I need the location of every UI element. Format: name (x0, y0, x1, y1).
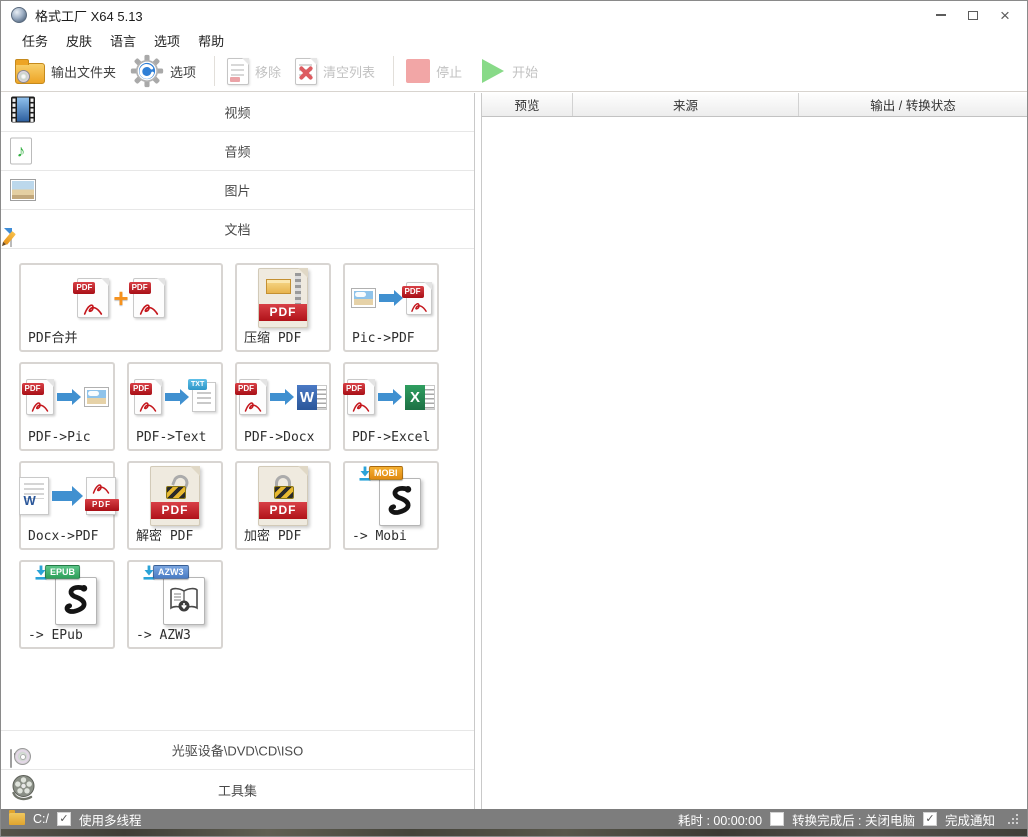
menu-item-help[interactable]: 帮助 (189, 31, 233, 50)
menu-bar: 任务 皮肤 语言 选项 帮助 (1, 29, 1027, 51)
tool-to-epub[interactable]: EPUB -> EPub (19, 560, 115, 649)
toolbar: 输出文件夹 选项 移除 清空列表 (1, 51, 1027, 92)
clear-list-icon (295, 58, 317, 85)
encrypt-pdf-icon: PDF (239, 466, 327, 526)
title-bar: 格式工厂 X64 5.13 × (1, 1, 1027, 29)
toolbar-separator (214, 56, 215, 86)
sidebar-item-document[interactable]: 文档 (1, 210, 474, 249)
tool-pdf-merge[interactable]: PDF + PDF PDF合并 (19, 263, 223, 352)
sidebar-item-toolset[interactable]: 工具集 (1, 770, 474, 809)
shutdown-after-label: 转换完成后 : 关闭电脑 (792, 810, 915, 829)
pdf-to-docx-icon: PDF W (239, 367, 327, 427)
pdf-tools-grid: PDF + PDF PDF合并 PDF 压缩 (1, 263, 474, 659)
window-title: 格式工厂 X64 5.13 (35, 6, 143, 25)
pic-to-pdf-icon: PDF (347, 268, 435, 328)
app-icon (11, 7, 27, 23)
category-panel: 视频 ♪ 音频 图片 文档 P (1, 93, 475, 809)
tool-pdf-to-docx[interactable]: PDF W PDF->Docx (235, 362, 331, 451)
clear-list-button[interactable]: 清空列表 (295, 58, 375, 85)
tool-pdf-to-text[interactable]: PDF TXT PDF->Text (127, 362, 223, 451)
to-mobi-icon: MOBI (347, 466, 435, 526)
column-header-source[interactable]: 来源 (573, 93, 799, 116)
task-list-body[interactable] (482, 118, 1027, 809)
bottom-categories: 光驱设备\DVD\CD\ISO (1, 730, 474, 809)
main-area: 视频 ♪ 音频 图片 文档 P (1, 93, 1027, 809)
tool-compress-pdf[interactable]: PDF 压缩 PDF (235, 263, 331, 352)
tool-to-mobi[interactable]: MOBI -> Mobi (343, 461, 439, 550)
pdf-to-excel-icon: PDF X (347, 367, 435, 427)
open-book-icon (168, 584, 200, 618)
tool-encrypt-pdf[interactable]: PDF 加密 PDF (235, 461, 331, 550)
check-icon: ✓ (59, 814, 68, 825)
task-list-header: 预览 来源 输出 / 转换状态 (482, 93, 1027, 117)
gear-icon (130, 54, 164, 88)
pdf-to-pic-icon: PDF (23, 367, 111, 427)
menu-item-skin[interactable]: 皮肤 (57, 31, 101, 50)
tool-pdf-to-pic[interactable]: PDF PDF->Pic (19, 362, 115, 451)
app-window: 格式工厂 X64 5.13 × 任务 皮肤 语言 选项 帮助 输出文件夹 (0, 0, 1028, 837)
elapsed-time: 耗时 : 00:00:00 (678, 810, 762, 829)
menu-item-options[interactable]: 选项 (145, 31, 189, 50)
check-icon: ✓ (925, 814, 934, 825)
menu-item-language[interactable]: 语言 (101, 31, 145, 50)
status-bar: C:/ ✓ 使用多线程 耗时 : 00:00:00 转换完成后 : 关闭电脑 ✓… (1, 809, 1027, 829)
stop-icon (406, 59, 430, 83)
pdf-to-text-icon: PDF TXT (131, 367, 219, 427)
to-epub-icon: EPUB (23, 565, 111, 625)
multithread-checkbox[interactable]: ✓ (57, 812, 71, 826)
tool-to-azw3[interactable]: AZW3 (127, 560, 223, 649)
output-drive-path: C:/ (33, 812, 49, 826)
docx-to-pdf-icon: W PDF (23, 466, 111, 526)
decrypt-pdf-icon: PDF (131, 466, 219, 526)
tool-pdf-to-excel[interactable]: PDF X PDF->Excel (343, 362, 439, 451)
sidebar-item-audio[interactable]: ♪ 音频 (1, 132, 474, 171)
start-icon (482, 59, 504, 83)
snake-icon (60, 582, 92, 620)
snake-icon (384, 483, 416, 521)
tool-docx-to-pdf[interactable]: W PDF Docx->PDF (19, 461, 115, 550)
pdf-merge-icon: PDF + PDF (23, 268, 219, 328)
start-button[interactable]: 开始 (476, 59, 538, 83)
resize-grip[interactable] (1007, 813, 1019, 825)
desktop-strip (1, 829, 1027, 836)
toolbar-separator (393, 56, 394, 86)
minimize-icon (936, 14, 946, 16)
sidebar-item-video[interactable]: 视频 (1, 93, 474, 132)
notify-label: 完成通知 (945, 810, 995, 829)
tool-pic-to-pdf[interactable]: PDF Pic->PDF (343, 263, 439, 352)
compress-pdf-icon: PDF (239, 268, 327, 328)
sidebar-item-cd-dvd-iso[interactable]: 光驱设备\DVD\CD\ISO (1, 731, 474, 770)
stop-button[interactable]: 停止 (406, 59, 462, 83)
to-azw3-icon: AZW3 (131, 565, 219, 625)
task-list-panel: 预览 来源 输出 / 转换状态 (481, 93, 1027, 809)
column-header-preview[interactable]: 预览 (482, 93, 573, 116)
maximize-button[interactable] (957, 3, 989, 27)
close-button[interactable]: × (989, 3, 1021, 27)
column-header-output-status[interactable]: 输出 / 转换状态 (799, 93, 1027, 116)
notify-checkbox[interactable]: ✓ (923, 812, 937, 826)
sidebar-item-picture[interactable]: 图片 (1, 171, 474, 210)
tool-decrypt-pdf[interactable]: PDF 解密 PDF (127, 461, 223, 550)
output-folder-button[interactable]: 输出文件夹 (15, 58, 116, 84)
output-folder-icon (15, 63, 45, 84)
menu-item-tasks[interactable]: 任务 (13, 31, 57, 50)
options-button[interactable]: 选项 (130, 54, 196, 88)
remove-button[interactable]: 移除 (227, 58, 281, 85)
multithread-label: 使用多线程 (79, 810, 142, 829)
remove-icon (227, 58, 249, 85)
maximize-icon (968, 11, 978, 20)
output-drive-icon (9, 813, 25, 825)
minimize-button[interactable] (925, 3, 957, 27)
shutdown-after-checkbox[interactable] (770, 812, 784, 826)
